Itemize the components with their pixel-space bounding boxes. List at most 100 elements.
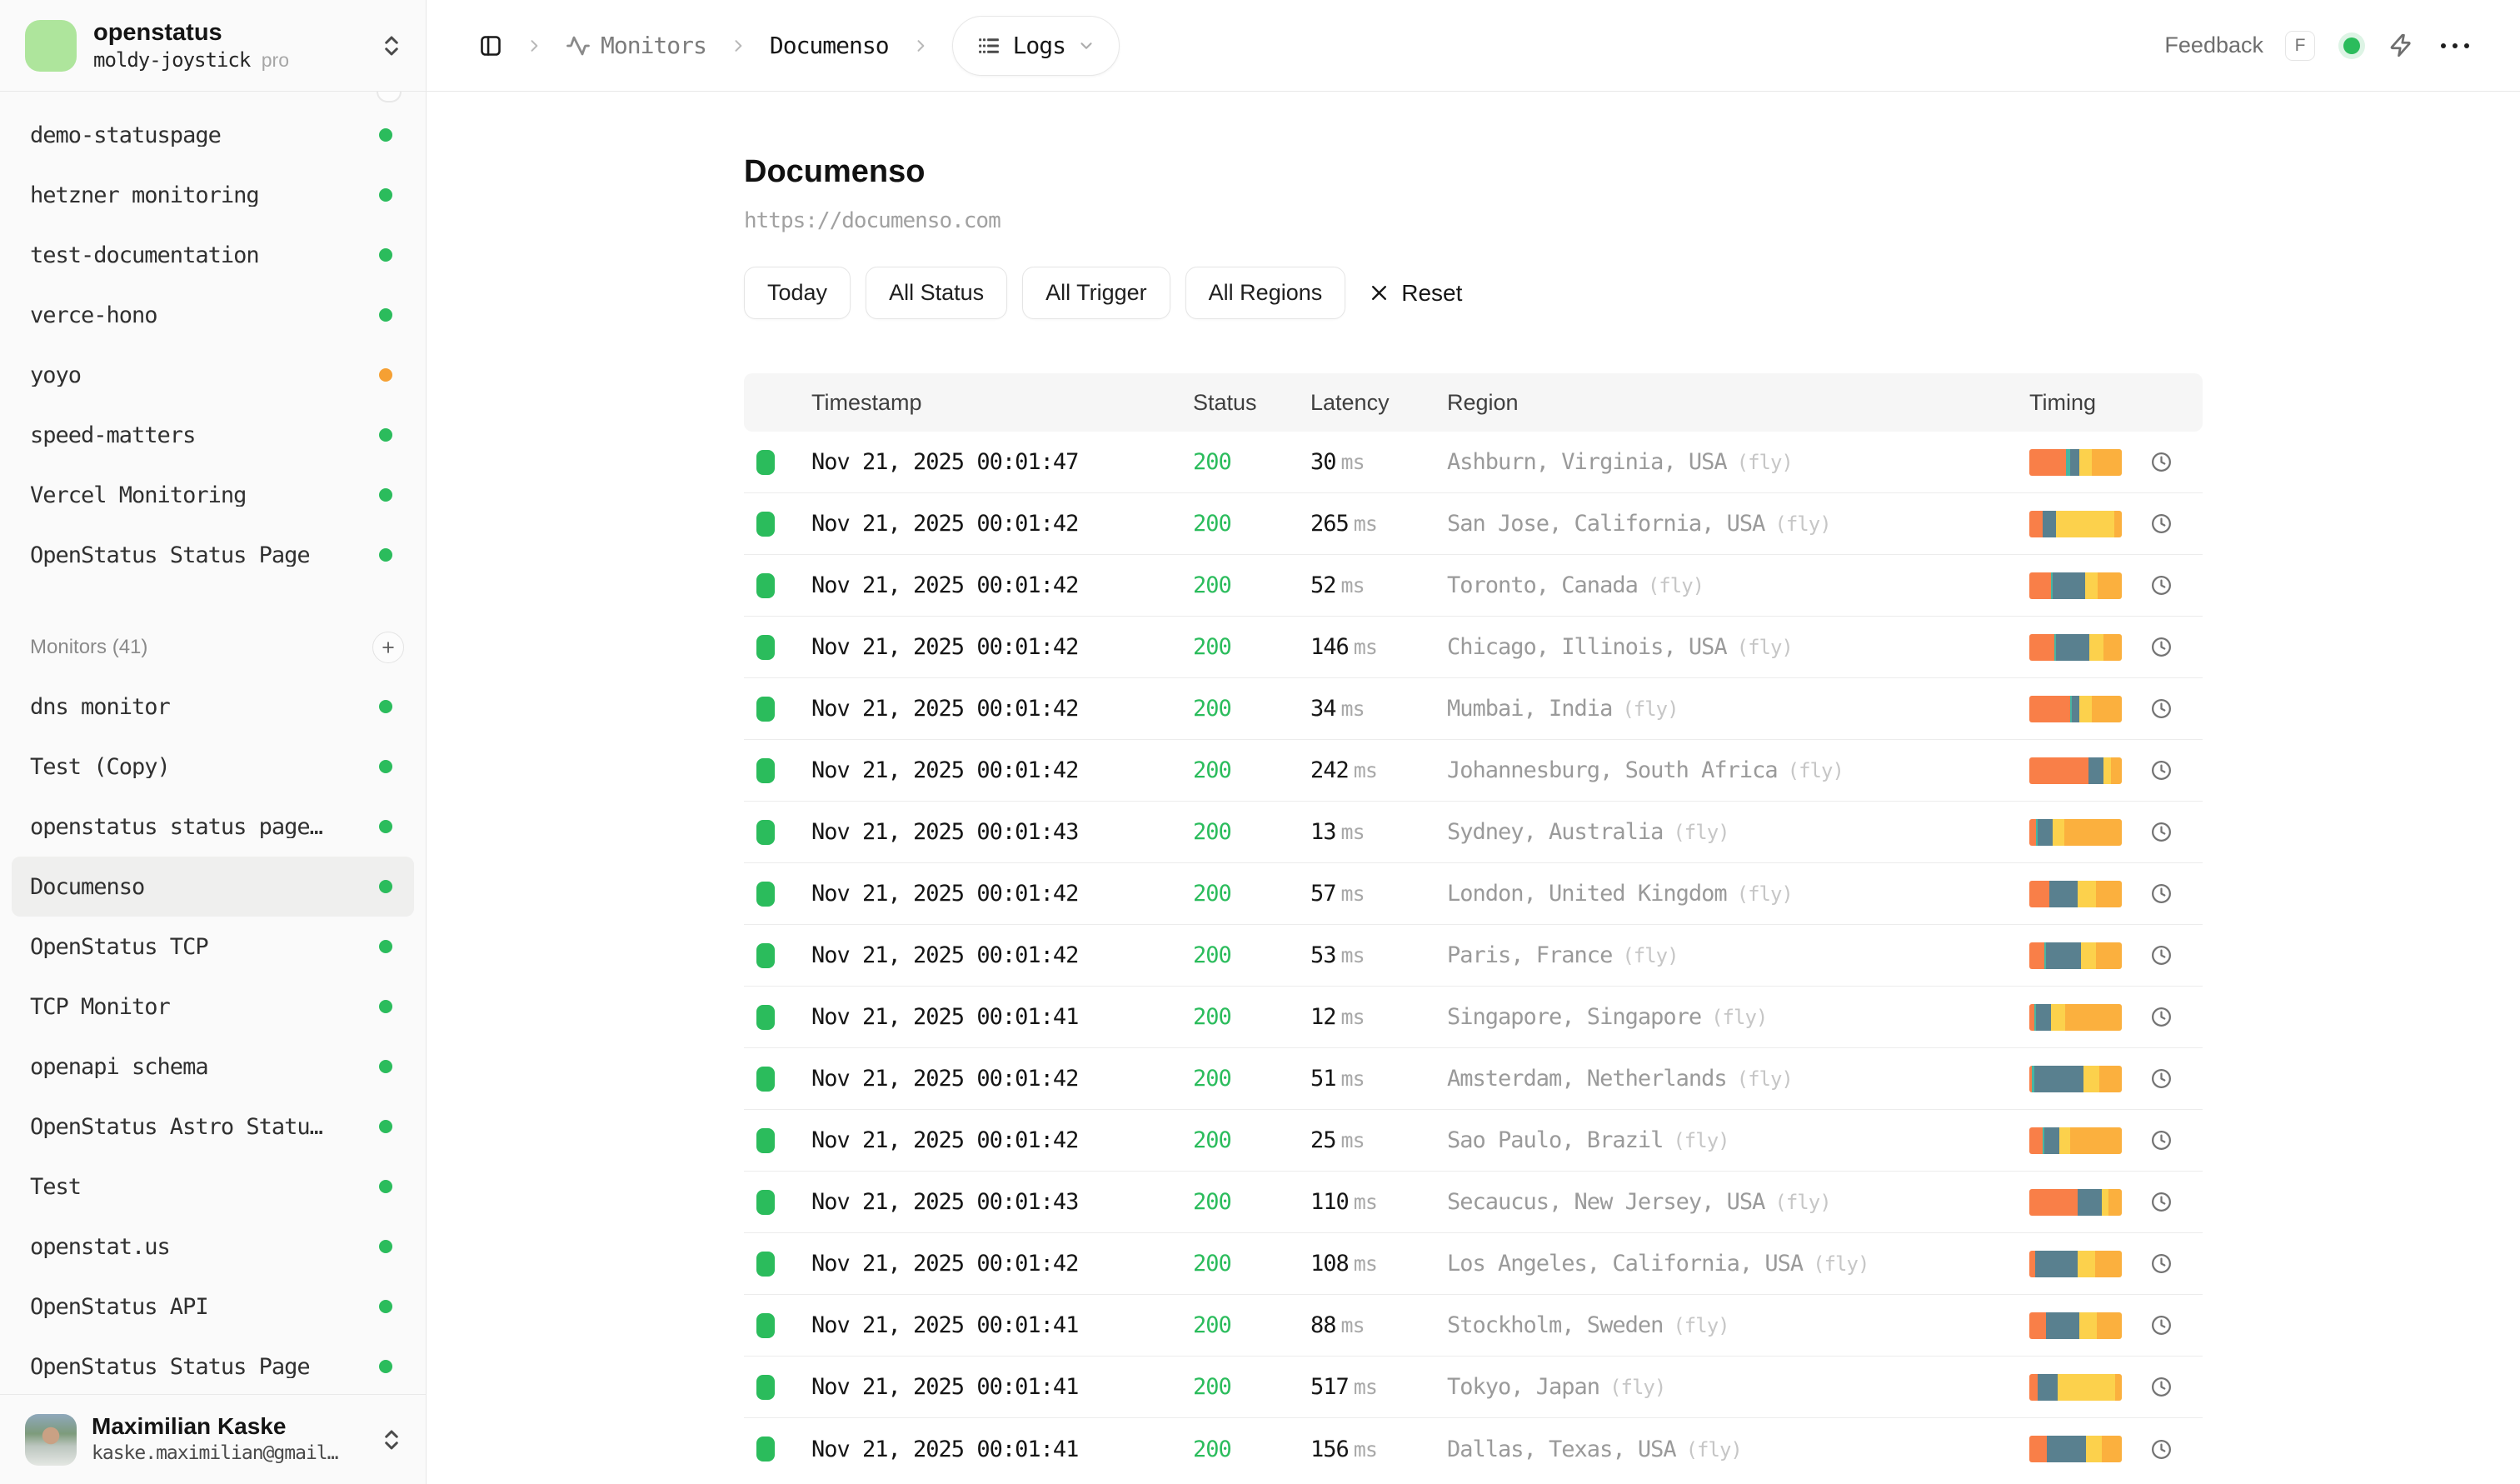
- timing-bar[interactable]: [2029, 449, 2122, 476]
- filter-trigger[interactable]: All Trigger: [1022, 267, 1170, 319]
- timing-bar[interactable]: [2029, 1004, 2122, 1031]
- system-status-dot[interactable]: [2343, 37, 2360, 54]
- sidebar-item-label: TCP Monitor: [30, 996, 366, 1018]
- row-status-code: 200: [1193, 1374, 1310, 1400]
- sidebar-monitor-openstatus-api[interactable]: OpenStatus API: [12, 1277, 414, 1337]
- workspace-switcher[interactable]: openstatus moldy-joystick pro: [0, 0, 426, 92]
- clock-icon: [2150, 1191, 2173, 1213]
- table-row[interactable]: Nov 21, 2025 00:01:42 200 52ms Toronto, …: [744, 555, 2203, 617]
- col-latency[interactable]: Latency: [1310, 390, 1447, 416]
- table-row[interactable]: Nov 21, 2025 00:01:41 200 12ms Singapore…: [744, 987, 2203, 1048]
- sidebar-toggle-icon[interactable]: [479, 34, 502, 57]
- row-latency-value: 12: [1310, 1004, 1336, 1030]
- sidebar-page-speed-matters[interactable]: speed-matters: [12, 405, 414, 465]
- timing-bar[interactable]: [2029, 1127, 2122, 1154]
- sidebar-monitor-openstat-us[interactable]: openstat.us: [12, 1217, 414, 1277]
- timing-segment-transfer: [2070, 1127, 2122, 1154]
- view-selector-logs[interactable]: Logs: [952, 16, 1120, 76]
- sidebar-monitor-openapi-schema[interactable]: openapi schema: [12, 1037, 414, 1097]
- sidebar-page-test-documentation[interactable]: test-documentation: [12, 225, 414, 285]
- chevrons-up-down-icon[interactable]: [379, 1427, 404, 1452]
- sidebar-monitor-test-copy-[interactable]: Test (Copy): [12, 737, 414, 797]
- timing-bar[interactable]: [2029, 1066, 2122, 1092]
- sidebar-page-demo-statuspage[interactable]: demo-statuspage: [12, 105, 414, 165]
- monitors-section-label: Monitors (41): [30, 636, 147, 659]
- breadcrumb-monitors[interactable]: Monitors: [566, 32, 706, 59]
- table-row[interactable]: Nov 21, 2025 00:01:42 200 265ms San Jose…: [744, 493, 2203, 555]
- table-row[interactable]: Nov 21, 2025 00:01:42 200 146ms Chicago,…: [744, 617, 2203, 678]
- monitors-section-header: Monitors (41): [0, 618, 426, 677]
- clock-icon: [2150, 1006, 2173, 1028]
- timing-segment-transfer: [2064, 819, 2122, 846]
- user-menu[interactable]: Maximilian Kaske kaske.maximilian@gmail…: [0, 1394, 426, 1484]
- sidebar-item-label: OpenStatus Status Page: [30, 544, 366, 567]
- sidebar-monitor-tcp-monitor[interactable]: TCP Monitor: [12, 977, 414, 1037]
- breadcrumb-monitor-name[interactable]: Documenso: [770, 32, 889, 59]
- table-row[interactable]: Nov 21, 2025 00:01:42 200 108ms Los Ange…: [744, 1233, 2203, 1295]
- col-timing[interactable]: Timing: [2029, 390, 2203, 416]
- row-status-indicator: [756, 882, 775, 907]
- table-row[interactable]: Nov 21, 2025 00:01:42 200 25ms Sao Paulo…: [744, 1110, 2203, 1172]
- timing-bar[interactable]: [2029, 511, 2122, 537]
- timing-bar[interactable]: [2029, 1251, 2122, 1277]
- timing-segment-tls: [2038, 1374, 2058, 1401]
- timing-bar[interactable]: [2029, 1189, 2122, 1216]
- sidebar-monitor-test[interactable]: Test: [12, 1157, 414, 1217]
- sidebar-page-yoyo[interactable]: yoyo: [12, 345, 414, 405]
- chevrons-up-down-icon[interactable]: [379, 33, 404, 58]
- timing-bar[interactable]: [2029, 1436, 2122, 1462]
- sidebar-item-label: Vercel Monitoring: [30, 484, 366, 507]
- sidebar-monitor-openstatus-status-page[interactable]: OpenStatus Status Page: [12, 1337, 414, 1397]
- sidebar-page-openstatus-status-page[interactable]: OpenStatus Status Page: [12, 525, 414, 585]
- table-row[interactable]: Nov 21, 2025 00:01:42 200 53ms Paris, Fr…: [744, 925, 2203, 987]
- timing-bar[interactable]: [2029, 572, 2122, 599]
- filter-status[interactable]: All Status: [866, 267, 1007, 319]
- table-row[interactable]: Nov 21, 2025 00:01:43 200 110ms Secaucus…: [744, 1172, 2203, 1233]
- row-status-indicator: [756, 1375, 775, 1400]
- table-body: Nov 21, 2025 00:01:47 200 30ms Ashburn, …: [744, 432, 2203, 1480]
- table-row[interactable]: Nov 21, 2025 00:01:41 200 88ms Stockholm…: [744, 1295, 2203, 1357]
- col-region[interactable]: Region: [1447, 390, 2029, 416]
- table-row[interactable]: Nov 21, 2025 00:01:47 200 30ms Ashburn, …: [744, 432, 2203, 493]
- row-status-code: 200: [1193, 1251, 1310, 1277]
- table-row[interactable]: Nov 21, 2025 00:01:41 200 517ms Tokyo, J…: [744, 1357, 2203, 1418]
- timing-bar[interactable]: [2029, 1374, 2122, 1401]
- sidebar-monitor-openstatus-tcp[interactable]: OpenStatus TCP: [12, 917, 414, 977]
- status-dot: [379, 1240, 392, 1253]
- sidebar-page-vercel-monitoring[interactable]: Vercel Monitoring: [12, 465, 414, 525]
- sidebar-monitor-openstatus-status-page-[interactable]: openstatus status page…: [12, 797, 414, 857]
- timing-bar[interactable]: [2029, 696, 2122, 722]
- timing-bar[interactable]: [2029, 757, 2122, 784]
- timing-bar[interactable]: [2029, 942, 2122, 969]
- col-timestamp[interactable]: Timestamp: [811, 390, 1193, 416]
- row-latency-value: 53: [1310, 942, 1336, 968]
- table-row[interactable]: Nov 21, 2025 00:01:42 200 34ms Mumbai, I…: [744, 678, 2203, 740]
- status-dot: [379, 820, 392, 833]
- workspace-plan-badge: pro: [262, 49, 289, 71]
- reset-filters-button[interactable]: Reset: [1369, 280, 1462, 307]
- table-row[interactable]: Nov 21, 2025 00:01:42 200 51ms Amsterdam…: [744, 1048, 2203, 1110]
- sidebar-page-hetzner-monitoring[interactable]: hetzner monitoring: [12, 165, 414, 225]
- table-row[interactable]: Nov 21, 2025 00:01:42 200 242ms Johannes…: [744, 740, 2203, 802]
- feedback-button[interactable]: Feedback: [2164, 32, 2263, 58]
- sidebar-page-verce-hono[interactable]: verce-hono: [12, 285, 414, 345]
- col-status[interactable]: Status: [1193, 390, 1310, 416]
- sidebar-monitor-openstatus-astro-statu-[interactable]: OpenStatus Astro Statu…: [12, 1097, 414, 1157]
- timing-bar[interactable]: [2029, 634, 2122, 661]
- more-options-button[interactable]: [2436, 38, 2474, 53]
- sidebar-monitor-documenso[interactable]: Documenso: [12, 857, 414, 917]
- zap-icon[interactable]: [2388, 32, 2414, 58]
- sidebar-monitor-dns-monitor[interactable]: dns monitor: [12, 677, 414, 737]
- table-row[interactable]: Nov 21, 2025 00:01:43 200 13ms Sydney, A…: [744, 802, 2203, 863]
- timing-bar[interactable]: [2029, 1312, 2122, 1339]
- logs-table: Timestamp Status Latency Region Timing N…: [744, 373, 2203, 1480]
- table-row[interactable]: Nov 21, 2025 00:01:42 200 57ms London, U…: [744, 863, 2203, 925]
- timing-bar[interactable]: [2029, 819, 2122, 846]
- timing-segment-dns: [2029, 449, 2066, 476]
- timing-bar[interactable]: [2029, 881, 2122, 907]
- table-row[interactable]: Nov 21, 2025 00:01:41 200 156ms Dallas, …: [744, 1418, 2203, 1480]
- filter-date[interactable]: Today: [744, 267, 851, 319]
- filter-regions[interactable]: All Regions: [1185, 267, 1346, 319]
- add-monitor-button[interactable]: [372, 632, 404, 663]
- row-status-code: 200: [1193, 757, 1310, 783]
